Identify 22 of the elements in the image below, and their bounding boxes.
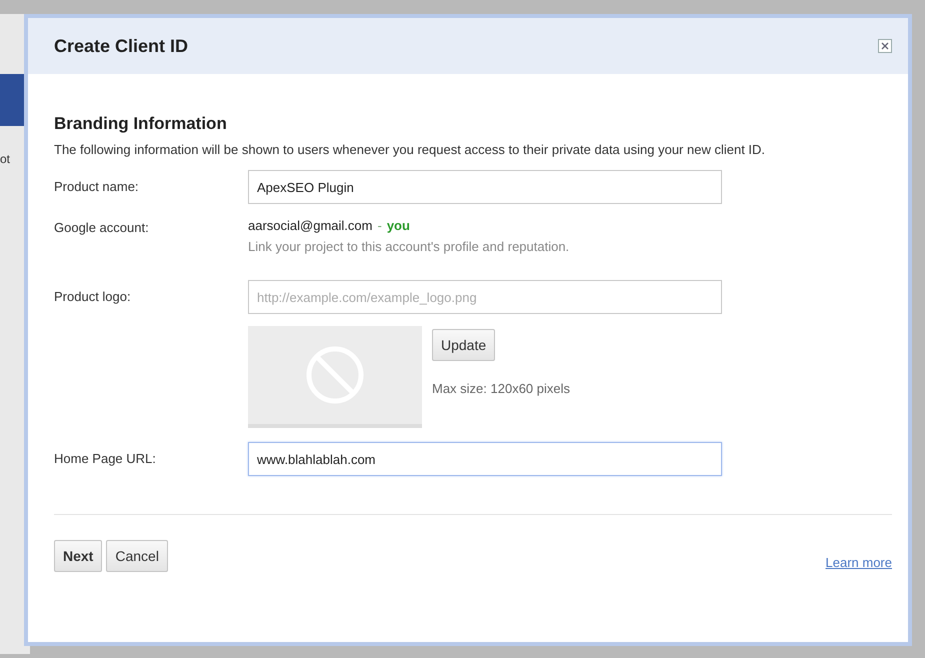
field-label: Product name:: [54, 178, 140, 196]
text-field[interactable]: ApexSEO Plugin: [248, 170, 722, 204]
next-button[interactable]: Next: [54, 540, 102, 572]
hint-text: Link your project to this account's profile and reputation.: [248, 239, 570, 254]
background-text: ot: [0, 152, 12, 166]
field-label: Product logo:: [54, 288, 132, 306]
cancel-button[interactable]: Cancel: [106, 540, 168, 572]
field-label: Google account:: [54, 219, 150, 237]
learn-more-link[interactable]: Learn more: [826, 555, 892, 572]
close-button[interactable]: [878, 39, 892, 53]
account-email: aarsocial@gmail.com: [248, 218, 372, 233]
section-heading: Branding Information: [54, 114, 228, 134]
size-note: Max size: 120x60 pixels: [432, 381, 570, 396]
separator-text: -: [377, 218, 382, 233]
text-field[interactable]: www.blahlablah.com: [248, 442, 722, 476]
text-field[interactable]: http://example.com/example_logo.png: [248, 280, 722, 314]
description-text: The following information will be shown to users whenever you request access to their private data using your new client ID.: [54, 141, 766, 159]
you-label: you: [386, 218, 410, 233]
dialog-title: Create Client ID: [54, 36, 188, 56]
update-button[interactable]: Update: [432, 329, 496, 361]
field-label: Home Page URL:: [54, 450, 157, 468]
close-icon: [878, 39, 892, 53]
